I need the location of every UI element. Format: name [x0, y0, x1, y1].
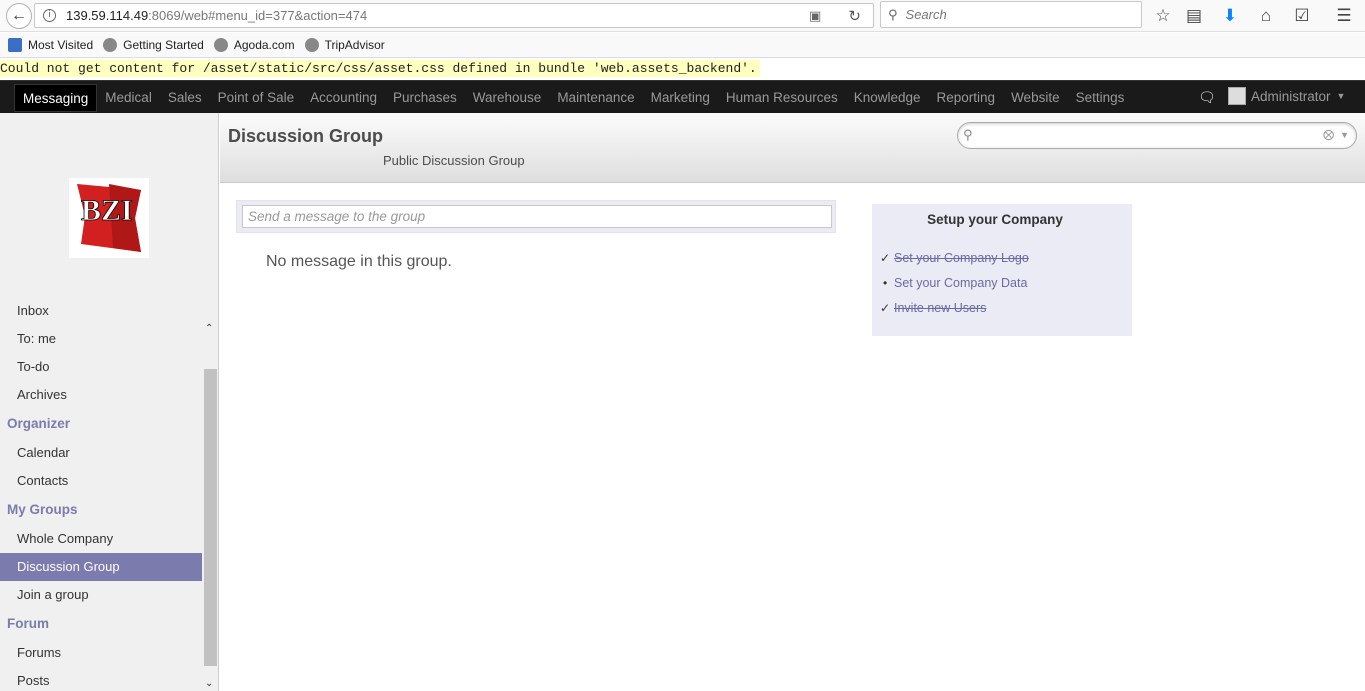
sidebar-section-my-groups: My Groups	[7, 502, 78, 517]
page-title: Discussion Group	[228, 126, 384, 146]
search-placeholder: Search	[905, 7, 947, 22]
menu-point-of-sale[interactable]: Point of Sale	[210, 84, 303, 112]
bookmark-label: Most Visited	[28, 38, 94, 52]
empty-state-text: No message in this group.	[266, 253, 452, 270]
app-top-menu: Messaging Medical Sales Point of Sale Ac…	[0, 80, 1365, 113]
url-text[interactable]: 139.59.114.49:8069/web#menu_id=377&actio…	[66, 8, 367, 23]
app-menu-list: Messaging Medical Sales Point of Sale Ac…	[14, 84, 1132, 112]
sidebar-item-forums[interactable]: Forums	[0, 639, 202, 667]
scroll-thumb[interactable]	[204, 369, 217, 666]
menu-knowledge[interactable]: Knowledge	[846, 84, 929, 112]
setup-title: Setup your Company	[927, 212, 1063, 227]
sidebar-section-forum: Forum	[7, 616, 49, 631]
setup-company-panel: Setup your Company ✓ Set your Company Lo…	[872, 204, 1132, 336]
bookmark-most-visited[interactable]: Most Visited	[8, 38, 93, 52]
pocket-icon[interactable]: ☑	[1291, 5, 1313, 27]
menu-reporting[interactable]: Reporting	[929, 84, 1004, 112]
bookmark-label: Agoda.com	[233, 38, 295, 52]
message-composer: Send a message to the group	[236, 200, 836, 233]
setup-item-logo[interactable]: ✓ Set your Company Logo	[880, 251, 1029, 265]
sidebar-item-to-do[interactable]: To-do	[0, 353, 202, 381]
globe-icon	[213, 38, 228, 52]
asset-error-message: Could not get content for /asset/static/…	[0, 60, 760, 77]
menu-purchases[interactable]: Purchases	[385, 84, 465, 112]
menu-medical[interactable]: Medical	[97, 84, 160, 112]
sidebar-scrollbar[interactable]: ⌃ ⌄	[202, 321, 218, 691]
bookmark-folder-icon	[8, 38, 22, 52]
menu-accounting[interactable]: Accounting	[302, 84, 385, 112]
user-name: Administrator	[1251, 88, 1331, 104]
reload-icon[interactable]: ↻	[848, 7, 861, 25]
scroll-down-icon[interactable]: ⌄	[205, 678, 213, 689]
content-header: Discussion Group Public Discussion Group…	[220, 113, 1365, 183]
sidebar-item-to-me[interactable]: To: me	[0, 325, 202, 353]
menu-website[interactable]: Website	[1003, 84, 1068, 112]
menu-maintenance[interactable]: Maintenance	[549, 84, 642, 112]
menu-settings[interactable]: Settings	[1068, 84, 1133, 112]
bookmark-getting-started[interactable]: Getting Started	[103, 38, 204, 52]
search-icon: ⚲	[888, 6, 898, 22]
page-subtitle: Public Discussion Group	[383, 153, 525, 168]
download-icon[interactable]: ⬇	[1219, 5, 1241, 27]
bookmarks-toolbar: Most Visited Getting Started Agoda.com T…	[0, 33, 1365, 58]
scroll-up-icon[interactable]: ⌃	[205, 323, 213, 334]
menu-marketing[interactable]: Marketing	[643, 84, 718, 112]
url-path: :8069/web#menu_id=377&action=474	[148, 8, 368, 23]
bookmark-tripadvisor[interactable]: TripAdvisor	[304, 38, 385, 52]
info-icon[interactable]: i	[43, 9, 56, 22]
hamburger-menu-icon[interactable]: ☰	[1333, 5, 1355, 27]
url-host: 139.59.114.49	[66, 8, 149, 23]
search-icon: ⚲	[963, 127, 973, 142]
chat-icon[interactable]: 🗨	[1198, 89, 1216, 106]
menu-messaging[interactable]: Messaging	[14, 84, 98, 112]
sidebar-item-contacts[interactable]: Contacts	[0, 467, 202, 495]
company-logo: BZI	[69, 178, 149, 258]
bookmark-agoda[interactable]: Agoda.com	[213, 38, 295, 52]
avatar	[1228, 87, 1246, 105]
check-icon: ✓	[880, 301, 891, 315]
logo-lettering: BZI	[81, 194, 133, 227]
sidebar-item-posts[interactable]: Posts	[0, 667, 202, 691]
reading-list-icon[interactable]: ▤	[1183, 5, 1205, 27]
bookmark-label: Getting Started	[123, 38, 204, 52]
setup-item-users[interactable]: ✓ Invite new Users	[880, 301, 986, 315]
sidebar: BZI Inbox To: me To-do Archives Organize…	[0, 113, 219, 691]
bookmark-label: TripAdvisor	[324, 38, 385, 52]
bullet-icon: •	[883, 276, 888, 290]
clear-search-icon[interactable]: ⨂	[1323, 128, 1334, 141]
browser-search-box[interactable]: ⚲ Search	[880, 1, 1142, 28]
menu-human-resources[interactable]: Human Resources	[718, 84, 846, 112]
chevron-down-icon: ▼	[1336, 91, 1346, 101]
browser-toolbar: ← i 139.59.114.49:8069/web#menu_id=377&a…	[0, 0, 1365, 32]
search-input[interactable]: ⚲ ⨂ ▼	[957, 122, 1357, 149]
url-bar[interactable]: i 139.59.114.49:8069/web#menu_id=377&act…	[34, 3, 874, 28]
setup-item-label[interactable]: Invite new Users	[894, 301, 986, 315]
reader-view-icon[interactable]: ▣	[809, 8, 825, 24]
setup-item-data[interactable]: • Set your Company Data	[880, 276, 1027, 290]
sidebar-nav: Inbox To: me To-do Archives Organizer Ca…	[0, 304, 202, 691]
home-icon[interactable]: ⌂	[1255, 5, 1277, 27]
menu-sales[interactable]: Sales	[160, 84, 210, 112]
message-input[interactable]: Send a message to the group	[242, 205, 832, 228]
menu-warehouse[interactable]: Warehouse	[465, 84, 550, 112]
user-menu[interactable]: Administrator ▼	[1228, 87, 1345, 105]
sidebar-item-join-a-group[interactable]: Join a group	[0, 581, 202, 609]
sidebar-item-inbox[interactable]: Inbox	[0, 304, 202, 325]
sidebar-item-archives[interactable]: Archives	[0, 381, 202, 409]
back-arrow-icon[interactable]: ←	[6, 3, 32, 29]
bookmark-star-icon[interactable]: ☆	[1152, 5, 1174, 27]
sidebar-item-discussion-group[interactable]: Discussion Group	[0, 553, 202, 581]
setup-item-label[interactable]: Set your Company Data	[894, 276, 1027, 290]
check-icon: ✓	[880, 251, 891, 265]
sidebar-item-calendar[interactable]: Calendar	[0, 439, 202, 467]
setup-item-label[interactable]: Set your Company Logo	[894, 251, 1029, 265]
sidebar-section-organizer: Organizer	[7, 416, 71, 431]
globe-icon	[103, 38, 118, 52]
globe-icon	[304, 38, 319, 52]
sidebar-item-whole-company[interactable]: Whole Company	[0, 525, 202, 553]
chevron-down-icon[interactable]: ▼	[1340, 130, 1349, 140]
